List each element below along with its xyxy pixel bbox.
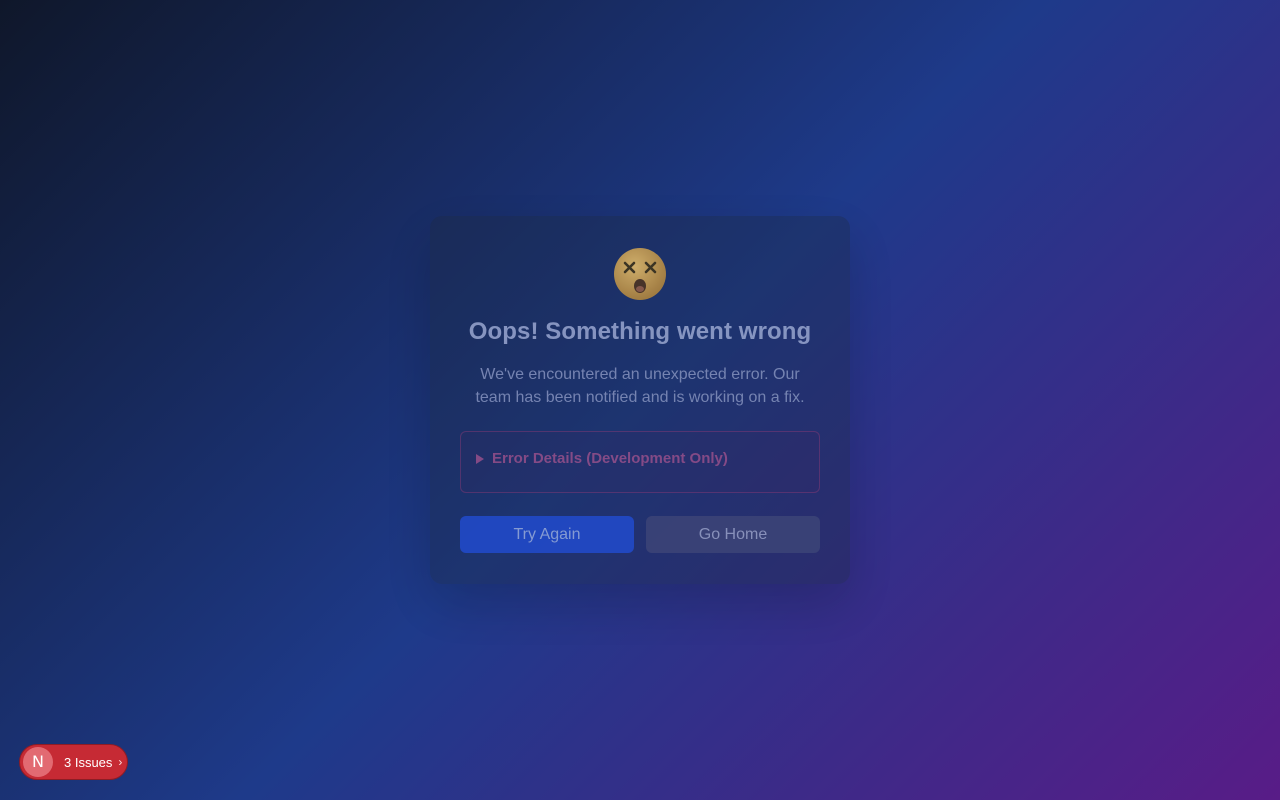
error-title: Oops! Something went wrong xyxy=(468,318,812,345)
error-card: Oops! Something went wrong We've encount… xyxy=(430,216,850,584)
dizzy-face-icon xyxy=(614,248,666,300)
error-message: We've encountered an unexpected error. O… xyxy=(475,366,805,406)
go-home-button[interactable]: Go Home xyxy=(646,516,820,553)
issues-count-label: 3 Issues xyxy=(64,754,113,770)
error-details-panel: Error Details (Development Only) xyxy=(460,431,820,493)
chevron-right-icon: › xyxy=(118,755,123,769)
try-again-button[interactable]: Try Again xyxy=(460,516,634,553)
error-details-label: Error Details (Development Only) xyxy=(492,450,728,467)
error-details-toggle[interactable]: Error Details (Development Only) xyxy=(476,450,728,467)
nextjs-logo-icon: N xyxy=(23,747,53,777)
disclosure-triangle-icon xyxy=(476,453,484,464)
dev-issues-badge[interactable]: N 3 Issues › xyxy=(19,744,128,780)
